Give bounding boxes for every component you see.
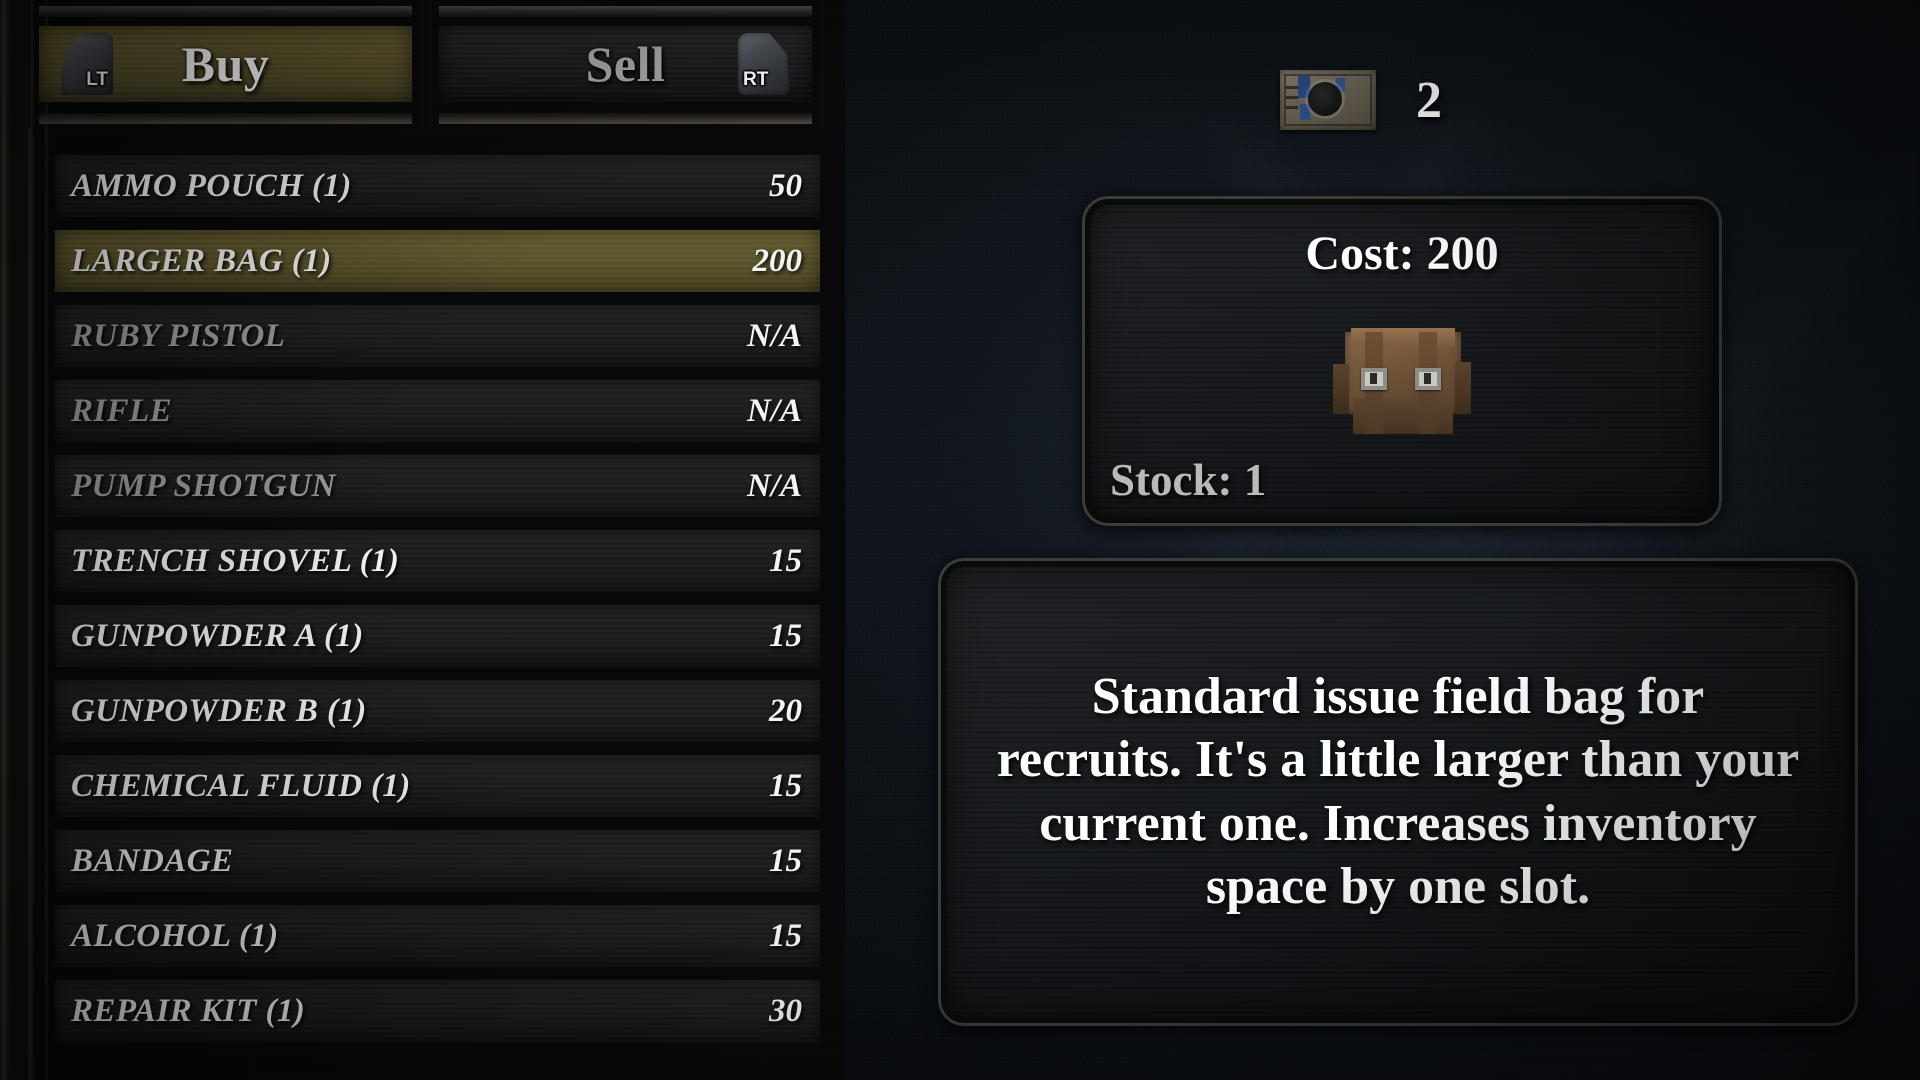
lt-trigger-label: LT bbox=[86, 69, 108, 90]
shop-item-price: 15 bbox=[769, 842, 802, 879]
tab-buy-inner: LT Buy bbox=[39, 26, 412, 102]
shop-item-name: GUNPOWDER B (1) bbox=[71, 692, 367, 729]
frame-rail-inner bbox=[44, 0, 49, 1080]
item-stock-label: Stock: 1 bbox=[1110, 455, 1267, 505]
tab-buy-label: Buy bbox=[181, 36, 270, 92]
tab-top-trim bbox=[39, 6, 412, 17]
tab-bottom-trim bbox=[439, 113, 812, 124]
shop-item-name: GUNPOWDER A (1) bbox=[71, 617, 364, 654]
shop-item-row[interactable]: AMMO POUCH (1) 50 bbox=[55, 155, 820, 217]
currency-display: 2 bbox=[1280, 70, 1442, 130]
tab-sell-inner: Sell RT bbox=[439, 26, 812, 102]
shop-item-name: RIFLE bbox=[71, 392, 173, 429]
shop-item-price: N/A bbox=[746, 317, 802, 354]
shop-item-row[interactable]: ALCOHOL (1) 15 bbox=[55, 905, 820, 967]
tab-sell[interactable]: Sell RT bbox=[428, 0, 823, 128]
shop-item-name: AMMO POUCH (1) bbox=[71, 167, 352, 204]
shop-item-row[interactable]: GUNPOWDER A (1) 15 bbox=[55, 605, 820, 667]
shop-item-price: 30 bbox=[769, 992, 802, 1029]
tab-sell-label: Sell bbox=[585, 36, 666, 92]
tab-bottom-trim bbox=[39, 113, 412, 124]
backpack-sprite bbox=[1327, 324, 1477, 449]
shop-item-name: RUBY PISTOL bbox=[71, 317, 286, 354]
rt-trigger-icon: RT bbox=[738, 33, 790, 95]
shop-item-row[interactable]: GUNPOWDER B (1) 20 bbox=[55, 680, 820, 742]
item-detail-panel: Cost: 200 Stock: 1 bbox=[1082, 196, 1722, 526]
shop-item-price: 15 bbox=[769, 617, 802, 654]
shop-item-price: 15 bbox=[769, 767, 802, 804]
shop-item-row[interactable]: RUBY PISTOL N/A bbox=[55, 305, 820, 367]
shop-item-name: REPAIR KIT (1) bbox=[71, 992, 306, 1029]
shop-item-price: 200 bbox=[752, 242, 803, 279]
frame-rail-outer bbox=[0, 0, 14, 1080]
tab-buy[interactable]: LT Buy bbox=[28, 0, 423, 128]
shop-left-panel: LT Buy Sell RT AMMO POUCH (1) 50 LARGER BA… bbox=[0, 0, 845, 1080]
shop-screen: LT Buy Sell RT AMMO POUCH (1) 50 LARGER BA… bbox=[0, 0, 1920, 1080]
mode-tabs: LT Buy Sell RT bbox=[16, 0, 828, 128]
shop-item-name: TRENCH SHOVEL (1) bbox=[71, 542, 400, 579]
shop-item-price: 20 bbox=[769, 692, 802, 729]
shop-item-row[interactable]: BANDAGE 15 bbox=[55, 830, 820, 892]
shop-item-price: N/A bbox=[746, 392, 802, 429]
shop-item-name: PUMP SHOTGUN bbox=[71, 467, 336, 504]
banknote-icon bbox=[1280, 70, 1376, 130]
shop-item-name: LARGER BAG (1) bbox=[71, 242, 332, 279]
shop-item-price: N/A bbox=[746, 467, 802, 504]
tab-top-trim bbox=[439, 6, 812, 17]
shop-item-price: 50 bbox=[769, 167, 802, 204]
lt-trigger-icon: LT bbox=[61, 33, 113, 95]
shop-item-price: 15 bbox=[769, 542, 802, 579]
shop-item-list[interactable]: AMMO POUCH (1) 50 LARGER BAG (1) 200 RUBY PI… bbox=[55, 155, 820, 1055]
shop-item-row[interactable]: LARGER BAG (1) 200 bbox=[55, 230, 820, 292]
item-description-panel: Standard issue field bag for recruits. I… bbox=[938, 558, 1858, 1026]
shop-item-name: CHEMICAL FLUID (1) bbox=[71, 767, 411, 804]
shop-item-row[interactable]: CHEMICAL FLUID (1) 15 bbox=[55, 755, 820, 817]
shop-item-row[interactable]: PUMP SHOTGUN N/A bbox=[55, 455, 820, 517]
rt-trigger-label: RT bbox=[743, 69, 769, 90]
frame-rail-middle bbox=[26, 0, 35, 1080]
shop-item-row[interactable]: TRENCH SHOVEL (1) 15 bbox=[55, 530, 820, 592]
shop-item-name: BANDAGE bbox=[71, 842, 234, 879]
currency-amount: 2 bbox=[1416, 71, 1442, 129]
shop-item-row[interactable]: RIFLE N/A bbox=[55, 380, 820, 442]
shop-item-price: 15 bbox=[769, 917, 802, 954]
shop-item-name: ALCOHOL (1) bbox=[71, 917, 279, 954]
shop-item-row[interactable]: REPAIR KIT (1) 30 bbox=[55, 980, 820, 1042]
item-description-text: Standard issue field bag for recruits. I… bbox=[996, 668, 1800, 916]
item-cost-label: Cost: 200 bbox=[1305, 227, 1499, 280]
